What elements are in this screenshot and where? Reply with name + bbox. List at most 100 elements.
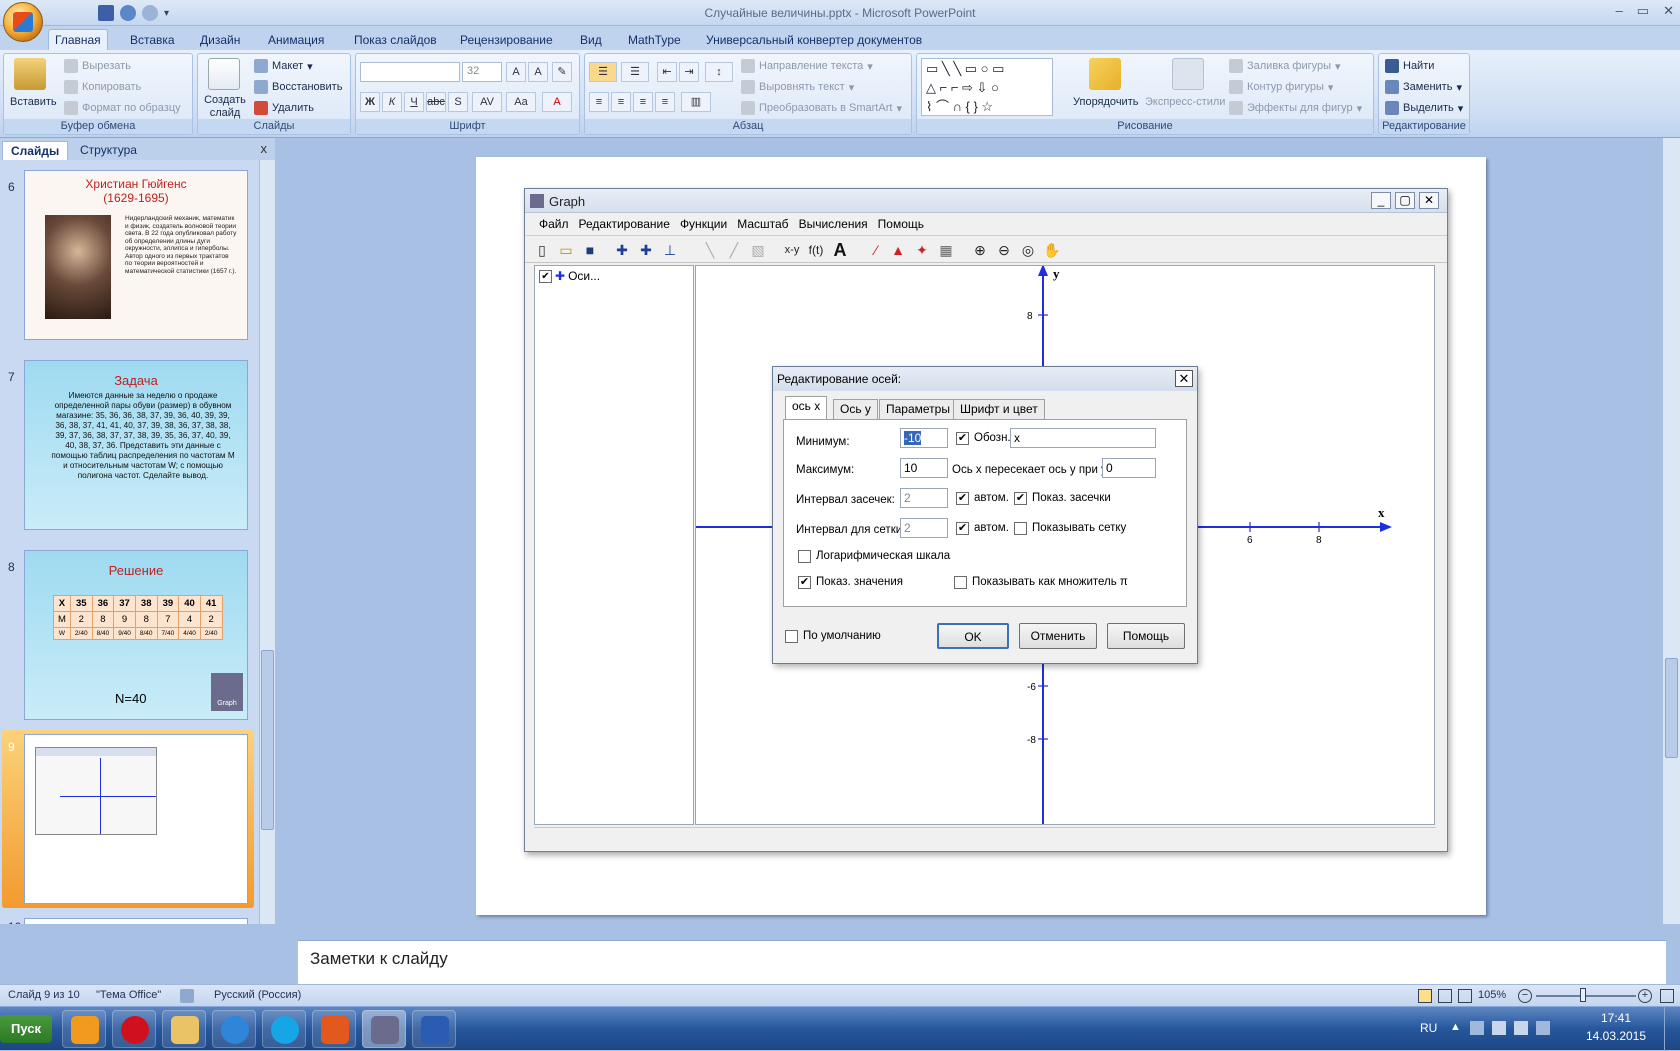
minimize-button[interactable]: – [1616,3,1623,19]
new-file-icon[interactable]: ▯ [533,241,551,259]
ok-button[interactable]: OK [937,623,1009,649]
slide-thumbnail-8[interactable]: Решение X 35 36 37 38 39 40 41 M 2 8 9 8 7 4 2 W 2/40 8/40… [24,550,248,720]
normal-view-icon[interactable] [1418,989,1432,1003]
shrink-font-icon[interactable]: A [528,62,548,82]
cancel-button[interactable]: Отменить [1019,623,1097,649]
shade-icon[interactable]: ╱ [725,241,743,259]
font-name-field[interactable] [360,62,460,82]
label-checkbox[interactable]: ✔ [956,432,969,445]
save-icon[interactable] [98,5,114,21]
close-button[interactable]: ✕ [1663,3,1674,19]
align-text-button[interactable]: Выровнять текст ▾ [741,80,854,94]
tab-animation[interactable]: Анимация [262,30,330,50]
tab-axis-x[interactable]: ось x [785,396,828,420]
bullets-icon[interactable]: ☰ [589,62,617,82]
zoom-fit-icon[interactable]: ◎ [1019,241,1037,259]
zoom-out-icon[interactable]: ⊖ [995,241,1013,259]
tab-home[interactable]: Главная [48,29,108,51]
auto-tick-checkbox[interactable]: ✔ [956,492,969,505]
clear-format-icon[interactable]: ✎ [552,62,572,82]
reset-button[interactable]: Восстановить [254,80,342,94]
replace-button[interactable]: Заменить ▾ [1385,80,1462,94]
shape-outline-button[interactable]: Контур фигуры ▾ [1229,80,1333,94]
help-button[interactable]: Помощь [1107,623,1185,649]
save-icon[interactable]: ■ [581,241,599,259]
zoom-level[interactable]: 105% [1478,989,1506,1001]
taskbar-explorer[interactable] [162,1010,206,1048]
flag-icon[interactable] [1492,1021,1506,1035]
layout-button[interactable]: Макет ▾ [254,59,313,73]
redo-icon[interactable] [142,5,158,21]
change-case-icon[interactable]: Aa [506,92,536,112]
max-input[interactable]: 10 [900,458,948,478]
format-painter-button[interactable]: Формат по образцу [64,101,181,115]
dialog-close-icon[interactable]: ✕ [1175,370,1193,387]
keyboard-language[interactable]: RU [1420,1021,1437,1035]
point-series-icon[interactable]: ⊥ [661,241,679,259]
justify-icon[interactable]: ≡ [655,92,675,112]
zoom-slider[interactable] [1536,995,1636,997]
tab-font-color[interactable]: Шрифт и цвет [953,399,1045,419]
line-spacing-icon[interactable]: ↕ [705,62,733,82]
tab-parameters[interactable]: Параметры [879,399,957,419]
taskbar-graph[interactable] [362,1010,406,1048]
graph-menu-item[interactable]: Помощь [878,217,924,231]
decrease-indent-icon[interactable]: ⇤ [657,62,677,82]
pane-scrollbar[interactable] [259,160,275,924]
shading-icon[interactable]: ▲ [889,241,907,259]
relation-icon[interactable]: ▧ [749,241,767,259]
fx-icon[interactable]: f(t) [807,241,825,259]
graph-menu-item[interactable]: Файл [539,217,569,231]
trendline-icon[interactable]: ∕ [867,241,885,259]
battery-icon[interactable] [1536,1021,1550,1035]
qat-menu-icon[interactable]: ▾ [164,8,169,19]
auto-grid-checkbox[interactable]: ✔ [956,522,969,535]
taskbar-opera[interactable] [112,1010,156,1048]
columns-icon[interactable]: ▥ [681,92,711,112]
slide-thumbnail-10[interactable] [24,918,248,924]
graph-menu-item[interactable]: Редактирование [579,217,670,231]
quick-styles-button[interactable]: Экспресс-стили [1145,96,1225,108]
graph-menu-item[interactable]: Вычисления [799,217,868,231]
find-button[interactable]: Найти [1385,59,1434,73]
zoom-slider-thumb[interactable] [1580,988,1586,1002]
bold-icon[interactable]: Ж [360,92,380,112]
notes-pane[interactable]: Заметки к слайду [298,940,1666,984]
axes-icon[interactable]: ✚ [613,241,631,259]
numbering-icon[interactable]: ☰ [621,62,649,82]
slide-thumbnail-6[interactable]: Христиан Гюйгенс (1629-1695) Нидерландск… [24,170,248,340]
show-ticks-checkbox[interactable]: ✔ [1014,492,1027,505]
volume-icon[interactable] [1514,1021,1528,1035]
pi-multiple-checkbox[interactable] [954,576,967,589]
tick-interval-input[interactable]: 2 [900,488,948,508]
italic-icon[interactable]: К [382,92,402,112]
insert-function-icon[interactable]: ✚ [637,241,655,259]
align-left-icon[interactable]: ≡ [589,92,609,112]
show-values-checkbox[interactable]: ✔ [798,576,811,589]
tab-view[interactable]: Вид [574,30,608,50]
undo-icon[interactable] [120,5,136,21]
char-spacing-icon[interactable]: AV [472,92,502,112]
taskbar-word[interactable] [412,1010,456,1048]
tab-slides[interactable]: Слайды [2,141,69,160]
table-icon[interactable]: ▦ [937,241,955,259]
tab-insert[interactable]: Вставка [124,30,181,50]
scroll-thumb[interactable] [1665,658,1678,758]
evaluate-icon[interactable]: ✦ [913,241,931,259]
tab-review[interactable]: Рецензирование [454,30,559,50]
start-button[interactable]: Пуск [0,1015,52,1043]
align-right-icon[interactable]: ≡ [633,92,653,112]
tab-axis-y[interactable]: Ось y [833,399,878,419]
scroll-thumb[interactable] [261,650,274,830]
font-color-icon[interactable]: A [542,92,572,112]
close-pane-icon[interactable]: x [261,141,268,156]
spellcheck-icon[interactable] [180,989,194,1003]
hand-icon[interactable]: ✋ [1043,241,1061,259]
text-direction-button[interactable]: Направление текста ▾ [741,59,873,73]
show-grid-checkbox[interactable] [1014,522,1027,535]
slide-thumbnail-9[interactable] [24,734,248,904]
tray-expand-icon[interactable]: ▲ [1450,1021,1461,1033]
shapes-gallery[interactable]: ▭ ╲ ╲ ▭ ○ ▭ △ ⌐ ⌐ ⇨ ⇩ ○ ⌇ ⌒ ∩ { } ☆ [921,58,1053,116]
axis-label-input[interactable]: x [1010,428,1156,448]
zoom-in-icon[interactable]: + [1638,989,1652,1003]
